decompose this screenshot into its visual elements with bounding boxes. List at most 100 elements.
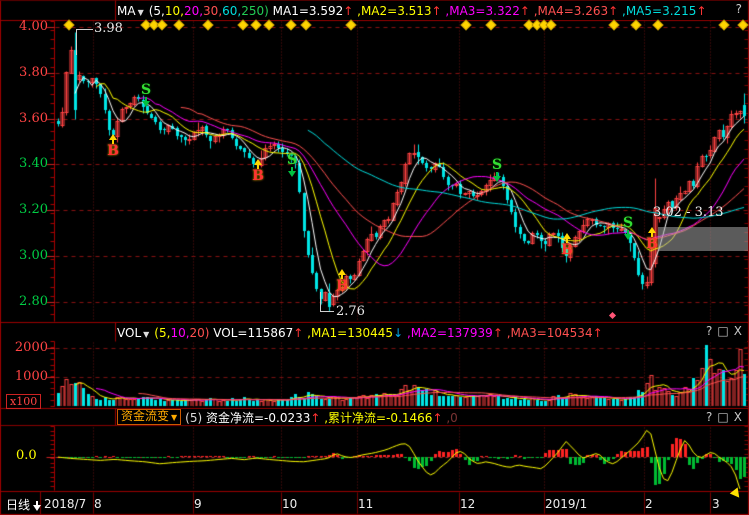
flow-indicator-header: 资金流变▼ (5) 资金净流=-0.0233↑ ,累计净流=-0.1466↑ ,… [117,409,747,425]
period-selector[interactable]: 日线 [6,496,41,513]
sell-letter: S [621,216,635,230]
buy-letter: B [645,237,659,251]
indicator-value-text: ,MA3=104534 [503,326,593,340]
high-price-annotation: 3.98 [94,21,123,36]
trend-up-arrow-icon: ↑ [608,4,618,18]
chevron-down-icon: ▼ [138,8,144,17]
indicator-value-text: 资金净流=-0.0233 [206,411,310,425]
arrow-down-icon [33,501,41,511]
buy-signal-marker: B [251,159,265,183]
arrow-down-icon [139,97,153,107]
indicator-value-text: (5, [149,4,165,18]
vol-indicator-label: VOL [117,326,141,340]
date-label: 9 [194,497,202,511]
ma-indicator-header: MA▼ (5,10,20,30,60,250) MA1=3.592↑ ,MA2=… [117,1,747,20]
sell-letter: S [285,153,299,167]
period-label: 日线 [6,498,30,512]
range-highlight-box [658,227,748,251]
price-tick-label: 3.20 [10,202,48,217]
indicator-value-text: 30, [203,4,222,18]
chart-window: MA▼ (5,10,20,30,60,250) MA1=3.592↑ ,MA2=… [0,0,749,515]
flow-indicator-dropdown[interactable]: 资金流变▼ [117,409,181,425]
volume-tick-label: 2000 [10,340,48,355]
date-label: 8 [94,497,102,511]
trend-up-arrow-icon: ↑ [432,411,442,425]
date-label: 2018/7 [44,497,86,511]
trend-up-arrow-icon: ↑ [520,4,530,18]
date-label: 2019/1 [545,497,587,511]
price-tick-label: 2.80 [10,294,48,309]
date-label: 2 [645,497,653,511]
help-icon[interactable]: ? [706,410,712,424]
vol-indicator-dropdown[interactable]: VOL▼ [117,326,149,340]
trend-up-arrow-icon: ↑ [293,326,303,340]
trend-up-arrow-icon: ↑ [696,4,706,18]
indicator-value-text: 10, [170,326,189,340]
trend-up-arrow-icon: ↑ [432,4,442,18]
annotation-line [320,311,334,312]
time-axis-bar: 日线 [0,491,749,515]
trend-up-arrow-icon: ↑ [343,4,353,18]
buy-signal-marker: B [645,227,659,251]
ma-indicator-dropdown[interactable]: MA▼ [117,4,144,18]
close-icon[interactable]: X [734,324,742,338]
close-icon[interactable]: X [734,410,742,424]
help-icon[interactable]: ? [706,324,712,338]
help-icon[interactable]: ? [736,2,742,16]
vol-indicator-header: VOL▼ (5,10,20) VOL=115867↑ ,MA1=130445↓ … [117,323,747,342]
price-tick-label: 3.00 [10,248,48,263]
buy-letter: B [106,144,120,158]
indicator-value-text: VOL=115867 [209,326,293,340]
arrow-down-icon [285,167,299,177]
sell-letter: S [139,83,153,97]
trend-up-arrow-icon: ↑ [593,326,603,340]
buy-signal-marker: B [560,233,574,257]
price-range-label: 3.02 - 3.13 [653,205,724,220]
maximize-icon[interactable]: □ [717,410,728,424]
sell-signal-marker: S [490,158,504,182]
indicator-value-text: 250) [241,4,269,18]
indicator-value-text: 20, [184,4,203,18]
flow-indicator-label: 资金流变 [121,409,169,423]
price-tick-label: 4.00 [10,19,48,34]
indicator-value-text: ,MA5=3.215 [618,4,696,18]
date-label: 11 [358,497,373,511]
indicator-value-text: 10, [165,4,184,18]
chevron-down-icon: ▼ [143,330,149,339]
indicator-value-text: ,累计净流=-0.1466 [320,411,432,425]
chart-canvas[interactable] [0,0,749,515]
indicator-value-text: (5, [154,326,170,340]
low-price-annotation: 2.76 [336,304,365,319]
indicator-value-text: ,MA1=130445 [303,326,393,340]
buy-signal-marker: B [335,269,349,293]
buy-letter: B [251,169,265,183]
date-label: 12 [460,497,475,511]
price-tick-label: 3.80 [10,65,48,80]
ma-indicator-label: MA [117,4,136,18]
panel-icons: ? □ X [701,410,742,424]
trend-down-arrow-icon: ↓ [393,326,403,340]
annotation-line [76,29,77,55]
maximize-icon[interactable]: □ [717,324,728,338]
sell-signal-marker: S [139,83,153,107]
sell-letter: S [490,158,504,172]
vol-values-text: (5,10,20) VOL=115867↑ ,MA1=130445↓ ,MA2=… [154,326,602,340]
date-label: 10 [282,497,297,511]
date-label: 3 [712,497,720,511]
price-tick-label: 3.60 [10,111,48,126]
arrow-down-icon [490,172,504,182]
annotation-line [320,292,321,311]
volume-tick-label: 1000 [10,369,48,384]
indicator-value-text: 20) [190,326,210,340]
chevron-down-icon: ▼ [171,413,177,422]
indicator-value-text: (5) [185,411,206,425]
panel-icons: ? □ X [701,324,742,338]
indicator-value-text: ,MA4=3.263 [530,4,608,18]
buy-letter: B [335,279,349,293]
panel-icons: ? [731,2,742,16]
volume-unit-label: x100 [6,394,41,409]
buy-letter: B [560,243,574,257]
price-tick-label: 3.40 [10,156,48,171]
buy-signal-marker: B [106,134,120,158]
indicator-value-text: 60, [222,4,241,18]
